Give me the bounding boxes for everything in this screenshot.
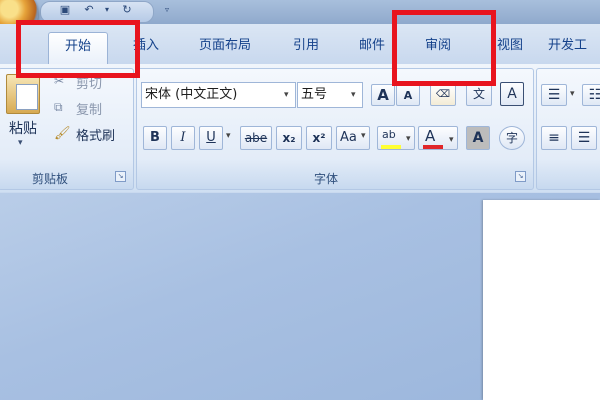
clipboard-group-label: 剪贴板 xyxy=(31,172,68,186)
bullets-dropdown-icon[interactable]: ▾ xyxy=(570,89,575,99)
underline-button[interactable]: U xyxy=(199,126,223,150)
font-size-field[interactable]: 五号 ▾ xyxy=(297,82,363,108)
format-painter-button[interactable]: 格式刷 xyxy=(76,125,115,144)
clear-formatting-button[interactable]: ⌫ xyxy=(430,84,456,106)
subscript-button[interactable]: x₂ xyxy=(276,126,302,150)
grow-font-label: A xyxy=(377,86,389,104)
tab-mailings[interactable]: 邮件 xyxy=(346,32,398,60)
character-border-button[interactable]: A xyxy=(500,82,524,106)
phonetic-label: 文 xyxy=(472,87,485,101)
undo-dropdown-icon[interactable]: ▾ xyxy=(100,3,114,17)
customize-qat-icon[interactable]: ▿ xyxy=(160,3,174,17)
italic-label: I xyxy=(180,130,186,145)
superscript-label: x² xyxy=(312,131,326,145)
copy-icon[interactable]: ⧉ xyxy=(54,100,68,114)
font-color-button[interactable]: A ▾ xyxy=(418,126,458,150)
bullets-button[interactable]: ☰ xyxy=(541,84,567,106)
strikethrough-label: abe xyxy=(244,131,268,145)
align-center-button[interactable]: ☰ xyxy=(571,126,597,150)
font-color-label: A xyxy=(425,127,436,145)
change-case-dropdown-icon[interactable]: ▾ xyxy=(361,131,366,141)
clipboard-launcher-icon[interactable]: ↘ xyxy=(115,171,126,182)
paste-dropdown-icon[interactable]: ▾ xyxy=(18,138,23,148)
shrink-font-label: A xyxy=(403,89,413,102)
redo-icon[interactable]: ↻ xyxy=(120,3,134,17)
character-shading-button[interactable]: A xyxy=(466,126,490,150)
strikethrough-button[interactable]: abe xyxy=(240,126,272,150)
font-launcher-icon[interactable]: ↘ xyxy=(515,171,526,182)
undo-icon[interactable]: ↶ xyxy=(82,3,96,17)
font-color-dropdown-icon[interactable]: ▾ xyxy=(449,131,454,150)
document-page[interactable] xyxy=(483,200,600,400)
highlight-label: ab xyxy=(382,128,396,141)
character-shading-label: A xyxy=(472,130,484,146)
change-case-label: Aa xyxy=(340,130,357,145)
bold-button[interactable]: B xyxy=(143,126,167,150)
enclose-characters-label: 字 xyxy=(505,131,518,145)
font-color-bar xyxy=(423,145,443,149)
align-left-button[interactable]: ≡ xyxy=(541,126,567,150)
highlight-color-bar xyxy=(381,145,401,149)
copy-button[interactable]: 复制 xyxy=(76,99,102,118)
paste-sheet-icon xyxy=(16,84,38,110)
numbering-button[interactable]: ☷ xyxy=(582,84,600,106)
tab-references[interactable]: 引用 xyxy=(280,32,332,60)
grow-font-button[interactable]: A xyxy=(371,84,395,106)
font-group-label: 字体 xyxy=(313,172,338,186)
highlight-dropdown-icon[interactable]: ▾ xyxy=(406,131,411,147)
font-size-value: 五号 xyxy=(301,87,328,102)
bold-label: B xyxy=(150,130,160,145)
format-painter-icon[interactable]: 🖌 xyxy=(54,126,71,141)
shrink-font-button[interactable]: A xyxy=(396,84,420,106)
font-name-field[interactable]: 宋体 (中文正文) ▾ xyxy=(141,82,296,108)
underline-dropdown-icon[interactable]: ▾ xyxy=(226,131,231,141)
highlight-box-home-tab xyxy=(16,20,140,78)
font-name-value: 宋体 (中文正文) xyxy=(145,87,238,102)
superscript-button[interactable]: x² xyxy=(306,126,332,150)
underline-label: U xyxy=(206,130,216,145)
save-icon[interactable]: ▣ xyxy=(58,3,72,17)
tab-developer[interactable]: 开发工 xyxy=(548,32,600,60)
highlight-button[interactable]: ab ▾ xyxy=(377,126,415,150)
tab-page-layout[interactable]: 页面布局 xyxy=(184,32,266,60)
enclose-characters-button[interactable]: 字 xyxy=(499,126,525,150)
font-size-dropdown-icon[interactable]: ▾ xyxy=(351,83,356,107)
character-border-label: A xyxy=(507,86,517,102)
subscript-label: x₂ xyxy=(282,131,296,145)
font-name-dropdown-icon[interactable]: ▾ xyxy=(284,83,289,107)
italic-button[interactable]: I xyxy=(171,126,195,150)
paste-button[interactable]: 粘贴 xyxy=(6,118,40,138)
highlight-box-review-tab xyxy=(392,10,496,86)
